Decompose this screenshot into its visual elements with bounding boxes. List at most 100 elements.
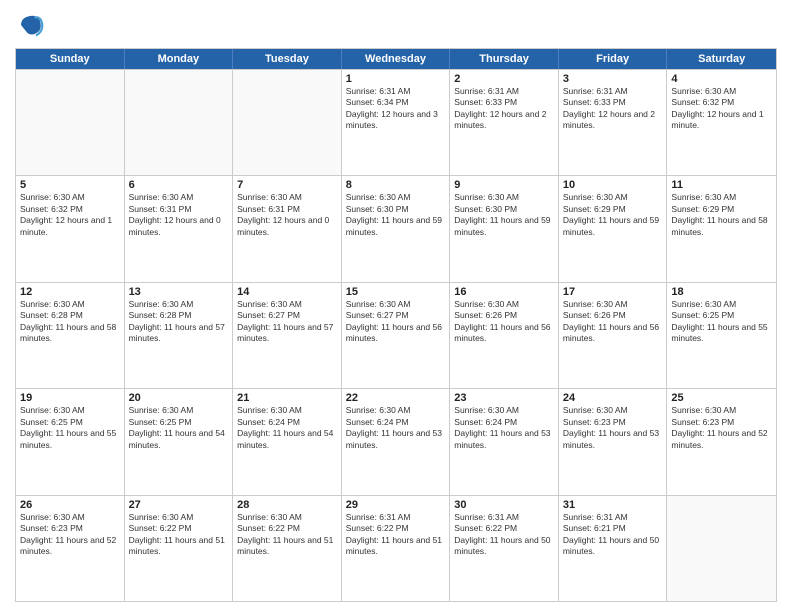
day-cell-10: 10Sunrise: 6:30 AM Sunset: 6:29 PM Dayli… [559, 176, 668, 281]
day-cell-13: 13Sunrise: 6:30 AM Sunset: 6:28 PM Dayli… [125, 283, 234, 388]
weekday-header-friday: Friday [559, 49, 668, 69]
day-cell-5: 5Sunrise: 6:30 AM Sunset: 6:32 PM Daylig… [16, 176, 125, 281]
day-cell-22: 22Sunrise: 6:30 AM Sunset: 6:24 PM Dayli… [342, 389, 451, 494]
weekday-header-monday: Monday [125, 49, 234, 69]
calendar-row-3: 12Sunrise: 6:30 AM Sunset: 6:28 PM Dayli… [16, 282, 776, 388]
day-number: 1 [346, 73, 446, 85]
day-number: 31 [563, 499, 663, 511]
day-cell-9: 9Sunrise: 6:30 AM Sunset: 6:30 PM Daylig… [450, 176, 559, 281]
day-cell-8: 8Sunrise: 6:30 AM Sunset: 6:30 PM Daylig… [342, 176, 451, 281]
day-number: 23 [454, 392, 554, 404]
day-info: Sunrise: 6:30 AM Sunset: 6:23 PM Dayligh… [20, 512, 120, 558]
day-info: Sunrise: 6:30 AM Sunset: 6:24 PM Dayligh… [346, 405, 446, 451]
day-info: Sunrise: 6:30 AM Sunset: 6:32 PM Dayligh… [20, 192, 120, 238]
day-info: Sunrise: 6:30 AM Sunset: 6:31 PM Dayligh… [129, 192, 229, 238]
day-info: Sunrise: 6:31 AM Sunset: 6:34 PM Dayligh… [346, 86, 446, 132]
day-cell-12: 12Sunrise: 6:30 AM Sunset: 6:28 PM Dayli… [16, 283, 125, 388]
day-info: Sunrise: 6:30 AM Sunset: 6:25 PM Dayligh… [671, 299, 772, 345]
day-cell-15: 15Sunrise: 6:30 AM Sunset: 6:27 PM Dayli… [342, 283, 451, 388]
day-info: Sunrise: 6:30 AM Sunset: 6:31 PM Dayligh… [237, 192, 337, 238]
day-number: 15 [346, 286, 446, 298]
day-cell-2: 2Sunrise: 6:31 AM Sunset: 6:33 PM Daylig… [450, 70, 559, 175]
day-number: 17 [563, 286, 663, 298]
day-info: Sunrise: 6:30 AM Sunset: 6:28 PM Dayligh… [20, 299, 120, 345]
day-cell-25: 25Sunrise: 6:30 AM Sunset: 6:23 PM Dayli… [667, 389, 776, 494]
day-info: Sunrise: 6:30 AM Sunset: 6:32 PM Dayligh… [671, 86, 772, 132]
day-info: Sunrise: 6:30 AM Sunset: 6:22 PM Dayligh… [129, 512, 229, 558]
day-number: 5 [20, 179, 120, 191]
day-info: Sunrise: 6:30 AM Sunset: 6:24 PM Dayligh… [454, 405, 554, 451]
weekday-header-sunday: Sunday [16, 49, 125, 69]
day-number: 18 [671, 286, 772, 298]
day-info: Sunrise: 6:30 AM Sunset: 6:23 PM Dayligh… [671, 405, 772, 451]
day-cell-20: 20Sunrise: 6:30 AM Sunset: 6:25 PM Dayli… [125, 389, 234, 494]
logo [15, 10, 49, 40]
day-number: 10 [563, 179, 663, 191]
calendar-body: 1Sunrise: 6:31 AM Sunset: 6:34 PM Daylig… [16, 69, 776, 601]
day-info: Sunrise: 6:31 AM Sunset: 6:22 PM Dayligh… [454, 512, 554, 558]
day-cell-21: 21Sunrise: 6:30 AM Sunset: 6:24 PM Dayli… [233, 389, 342, 494]
day-cell-31: 31Sunrise: 6:31 AM Sunset: 6:21 PM Dayli… [559, 496, 668, 601]
day-cell-4: 4Sunrise: 6:30 AM Sunset: 6:32 PM Daylig… [667, 70, 776, 175]
weekday-header-thursday: Thursday [450, 49, 559, 69]
day-info: Sunrise: 6:31 AM Sunset: 6:21 PM Dayligh… [563, 512, 663, 558]
day-number: 26 [20, 499, 120, 511]
day-number: 2 [454, 73, 554, 85]
day-number: 25 [671, 392, 772, 404]
day-number: 14 [237, 286, 337, 298]
day-info: Sunrise: 6:31 AM Sunset: 6:22 PM Dayligh… [346, 512, 446, 558]
day-number: 3 [563, 73, 663, 85]
day-info: Sunrise: 6:30 AM Sunset: 6:25 PM Dayligh… [129, 405, 229, 451]
day-info: Sunrise: 6:30 AM Sunset: 6:25 PM Dayligh… [20, 405, 120, 451]
day-info: Sunrise: 6:31 AM Sunset: 6:33 PM Dayligh… [454, 86, 554, 132]
day-number: 30 [454, 499, 554, 511]
weekday-header-tuesday: Tuesday [233, 49, 342, 69]
day-cell-19: 19Sunrise: 6:30 AM Sunset: 6:25 PM Dayli… [16, 389, 125, 494]
day-info: Sunrise: 6:31 AM Sunset: 6:33 PM Dayligh… [563, 86, 663, 132]
day-cell-17: 17Sunrise: 6:30 AM Sunset: 6:26 PM Dayli… [559, 283, 668, 388]
day-cell-16: 16Sunrise: 6:30 AM Sunset: 6:26 PM Dayli… [450, 283, 559, 388]
day-number: 19 [20, 392, 120, 404]
day-info: Sunrise: 6:30 AM Sunset: 6:26 PM Dayligh… [563, 299, 663, 345]
day-number: 24 [563, 392, 663, 404]
day-number: 21 [237, 392, 337, 404]
calendar-row-2: 5Sunrise: 6:30 AM Sunset: 6:32 PM Daylig… [16, 175, 776, 281]
empty-cell-0-2 [233, 70, 342, 175]
day-number: 28 [237, 499, 337, 511]
day-info: Sunrise: 6:30 AM Sunset: 6:27 PM Dayligh… [237, 299, 337, 345]
page: SundayMondayTuesdayWednesdayThursdayFrid… [0, 0, 792, 612]
empty-cell-4-6 [667, 496, 776, 601]
day-info: Sunrise: 6:30 AM Sunset: 6:30 PM Dayligh… [454, 192, 554, 238]
day-cell-28: 28Sunrise: 6:30 AM Sunset: 6:22 PM Dayli… [233, 496, 342, 601]
calendar-row-5: 26Sunrise: 6:30 AM Sunset: 6:23 PM Dayli… [16, 495, 776, 601]
calendar-header: SundayMondayTuesdayWednesdayThursdayFrid… [16, 49, 776, 69]
day-cell-7: 7Sunrise: 6:30 AM Sunset: 6:31 PM Daylig… [233, 176, 342, 281]
day-info: Sunrise: 6:30 AM Sunset: 6:28 PM Dayligh… [129, 299, 229, 345]
day-cell-1: 1Sunrise: 6:31 AM Sunset: 6:34 PM Daylig… [342, 70, 451, 175]
day-info: Sunrise: 6:30 AM Sunset: 6:23 PM Dayligh… [563, 405, 663, 451]
day-number: 8 [346, 179, 446, 191]
day-number: 6 [129, 179, 229, 191]
day-number: 20 [129, 392, 229, 404]
day-info: Sunrise: 6:30 AM Sunset: 6:22 PM Dayligh… [237, 512, 337, 558]
day-number: 27 [129, 499, 229, 511]
header [15, 10, 777, 40]
calendar: SundayMondayTuesdayWednesdayThursdayFrid… [15, 48, 777, 602]
day-cell-29: 29Sunrise: 6:31 AM Sunset: 6:22 PM Dayli… [342, 496, 451, 601]
day-number: 12 [20, 286, 120, 298]
day-cell-3: 3Sunrise: 6:31 AM Sunset: 6:33 PM Daylig… [559, 70, 668, 175]
day-number: 7 [237, 179, 337, 191]
day-cell-27: 27Sunrise: 6:30 AM Sunset: 6:22 PM Dayli… [125, 496, 234, 601]
day-info: Sunrise: 6:30 AM Sunset: 6:30 PM Dayligh… [346, 192, 446, 238]
empty-cell-0-1 [125, 70, 234, 175]
day-cell-30: 30Sunrise: 6:31 AM Sunset: 6:22 PM Dayli… [450, 496, 559, 601]
empty-cell-0-0 [16, 70, 125, 175]
calendar-row-4: 19Sunrise: 6:30 AM Sunset: 6:25 PM Dayli… [16, 388, 776, 494]
calendar-row-1: 1Sunrise: 6:31 AM Sunset: 6:34 PM Daylig… [16, 69, 776, 175]
day-cell-26: 26Sunrise: 6:30 AM Sunset: 6:23 PM Dayli… [16, 496, 125, 601]
day-cell-23: 23Sunrise: 6:30 AM Sunset: 6:24 PM Dayli… [450, 389, 559, 494]
day-info: Sunrise: 6:30 AM Sunset: 6:29 PM Dayligh… [671, 192, 772, 238]
day-number: 22 [346, 392, 446, 404]
day-info: Sunrise: 6:30 AM Sunset: 6:26 PM Dayligh… [454, 299, 554, 345]
day-info: Sunrise: 6:30 AM Sunset: 6:27 PM Dayligh… [346, 299, 446, 345]
